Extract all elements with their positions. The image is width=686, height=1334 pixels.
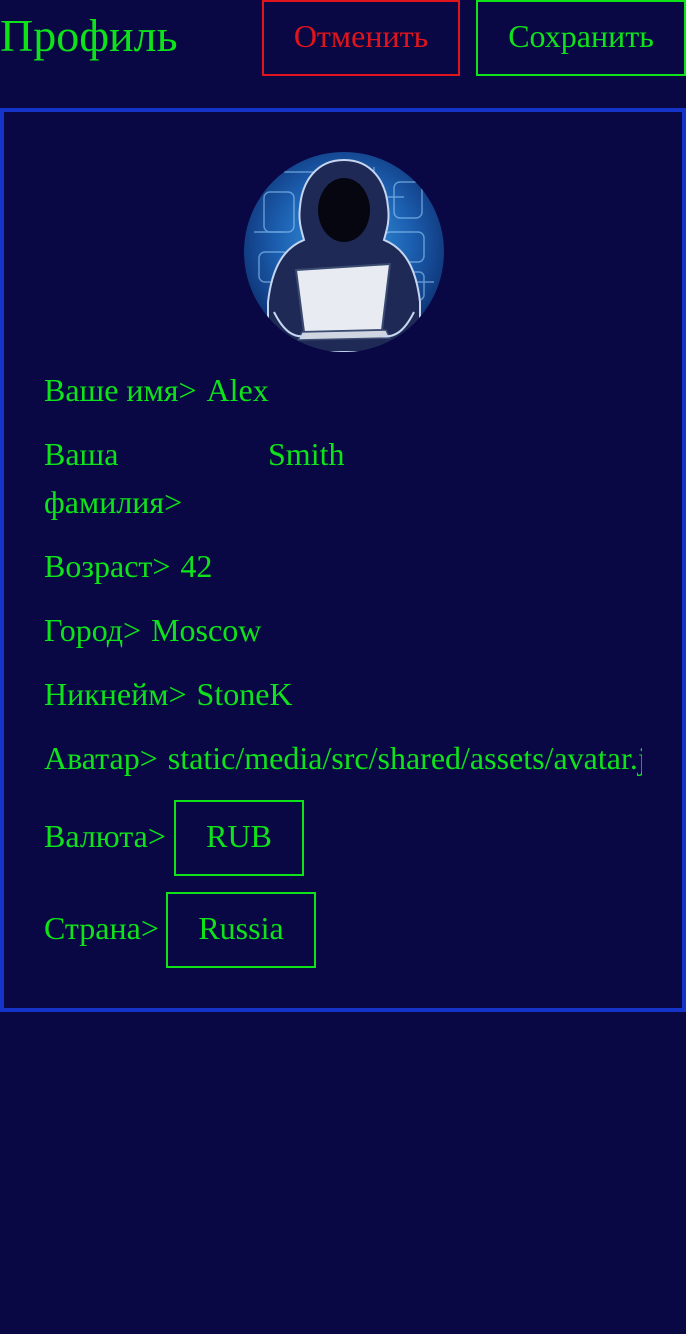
country-label-row: Страна> — [44, 904, 159, 952]
avatar-label: Аватар> — [44, 740, 158, 776]
avatar-row: Аватар> static/media/src/shared/assets/a… — [44, 734, 642, 782]
city-label: Город> — [44, 612, 142, 648]
nickname-label: Никнейм> — [44, 676, 187, 712]
age-row: Возраст> 42 — [44, 542, 212, 590]
currency-select[interactable]: RUB — [174, 800, 304, 876]
nickname-input[interactable]: StoneK — [197, 670, 293, 718]
profile-card: Ваше имя> Alex Ваша фамилия> Smith Возра… — [0, 108, 686, 1012]
country-label: Страна> — [44, 910, 159, 946]
name-input[interactable]: Alex — [207, 366, 269, 414]
avatar-input[interactable]: static/media/src/shared/assets/avatar.jp… — [168, 734, 642, 782]
surname-row: Ваша фамилия> Smith — [44, 430, 344, 526]
name-row: Ваше имя> Alex — [44, 366, 269, 414]
age-label: Возраст> — [44, 548, 171, 584]
page-title: Профиль — [0, 10, 178, 61]
hacker-avatar-image — [254, 158, 434, 352]
age-input[interactable]: 42 — [180, 542, 212, 590]
city-row: Город> Moscow — [44, 606, 261, 654]
avatar — [244, 152, 444, 352]
currency-label: Валюта> — [44, 818, 166, 854]
city-input[interactable]: Moscow — [151, 606, 261, 654]
surname-input[interactable]: Smith — [268, 430, 344, 478]
surname-label: Ваша фамилия> — [44, 436, 183, 520]
nickname-row: Никнейм> StoneK — [44, 670, 293, 718]
save-button[interactable]: Сохранить — [476, 0, 686, 76]
country-select[interactable]: Russia — [166, 892, 316, 968]
currency-label-row: Валюта> — [44, 812, 166, 860]
cancel-button[interactable]: Отменить — [262, 0, 460, 76]
name-label: Ваше имя> — [44, 372, 197, 408]
